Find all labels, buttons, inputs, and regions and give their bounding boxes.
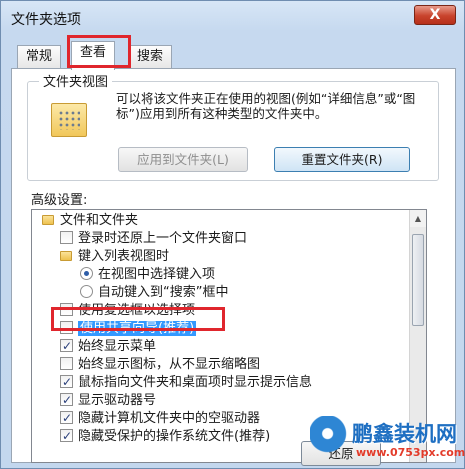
advanced-settings-label: 高级设置:: [31, 193, 88, 208]
list-item-selected[interactable]: 使用共享向导(推荐): [60, 320, 197, 338]
list-item[interactable]: 在视图中选择键入项: [80, 266, 215, 284]
list-item[interactable]: 显示驱动器号: [60, 391, 156, 410]
checkbox[interactable]: [60, 357, 73, 370]
list-item[interactable]: 鼠标指向文件夹和桌面项时显示提示信息: [60, 373, 312, 392]
checkbox[interactable]: [60, 373, 73, 391]
title-bar[interactable]: 文件夹选项 X: [1, 1, 464, 35]
list-item[interactable]: 自动键入到“搜索”框中: [80, 284, 228, 302]
folder-views-title: 文件夹视图: [39, 71, 113, 90]
site-watermark: 鹏鑫装机网 www.0753px.com: [310, 414, 465, 466]
scroll-up-icon[interactable]: ▲: [410, 210, 426, 227]
list-item[interactable]: 隐藏受保护的操作系统文件(推荐): [60, 427, 270, 446]
apply-to-folders-button[interactable]: 应用到文件夹(L): [118, 147, 248, 172]
checkbox[interactable]: [60, 391, 73, 409]
tab-general[interactable]: 常规: [17, 45, 62, 69]
reset-folders-button[interactable]: 重置文件夹(R): [274, 147, 410, 172]
list-item[interactable]: 隐藏计算机文件夹中的空驱动器: [60, 409, 260, 428]
checkbox[interactable]: [60, 303, 73, 316]
folder-icon: [60, 251, 72, 261]
watermark-logo-icon: [310, 416, 354, 460]
radio-button[interactable]: [80, 267, 93, 280]
watermark-name: 鹏鑫装机网: [352, 422, 457, 446]
watermark-url: www.0753px.com: [356, 446, 465, 459]
folder-view-icon: [51, 103, 87, 137]
checkbox[interactable]: [60, 427, 73, 445]
tab-search[interactable]: 搜索: [128, 45, 173, 69]
list-item: 文件和文件夹: [42, 212, 138, 230]
checkbox[interactable]: [60, 409, 73, 427]
list-item: 键入列表视图时: [60, 248, 169, 266]
close-button[interactable]: X: [414, 5, 456, 25]
list-item[interactable]: 使用复选框以选择项: [60, 302, 195, 320]
window-title: 文件夹选项: [11, 12, 81, 28]
checkbox[interactable]: [60, 337, 73, 355]
checkbox[interactable]: [60, 321, 73, 334]
list-item[interactable]: 始终显示图标，从不显示缩略图: [60, 356, 260, 374]
scroll-thumb[interactable]: [412, 234, 424, 326]
folder-options-dialog: 文件夹选项 X 常规 查看 搜索 文件夹视图 可以将该文件夹正在使用的视图(例如…: [0, 0, 465, 469]
radio-button[interactable]: [80, 285, 93, 298]
list-item[interactable]: 始终显示菜单: [60, 337, 156, 356]
list-item[interactable]: 登录时还原上一个文件夹窗口: [60, 230, 247, 248]
folder-icon: [42, 215, 54, 225]
tab-view[interactable]: 查看: [71, 41, 116, 70]
checkbox[interactable]: [60, 231, 73, 244]
folder-views-description: 可以将该文件夹正在使用的视图(例如“详细信息”或“图标”)应用到所有这种类型的文…: [116, 91, 416, 121]
